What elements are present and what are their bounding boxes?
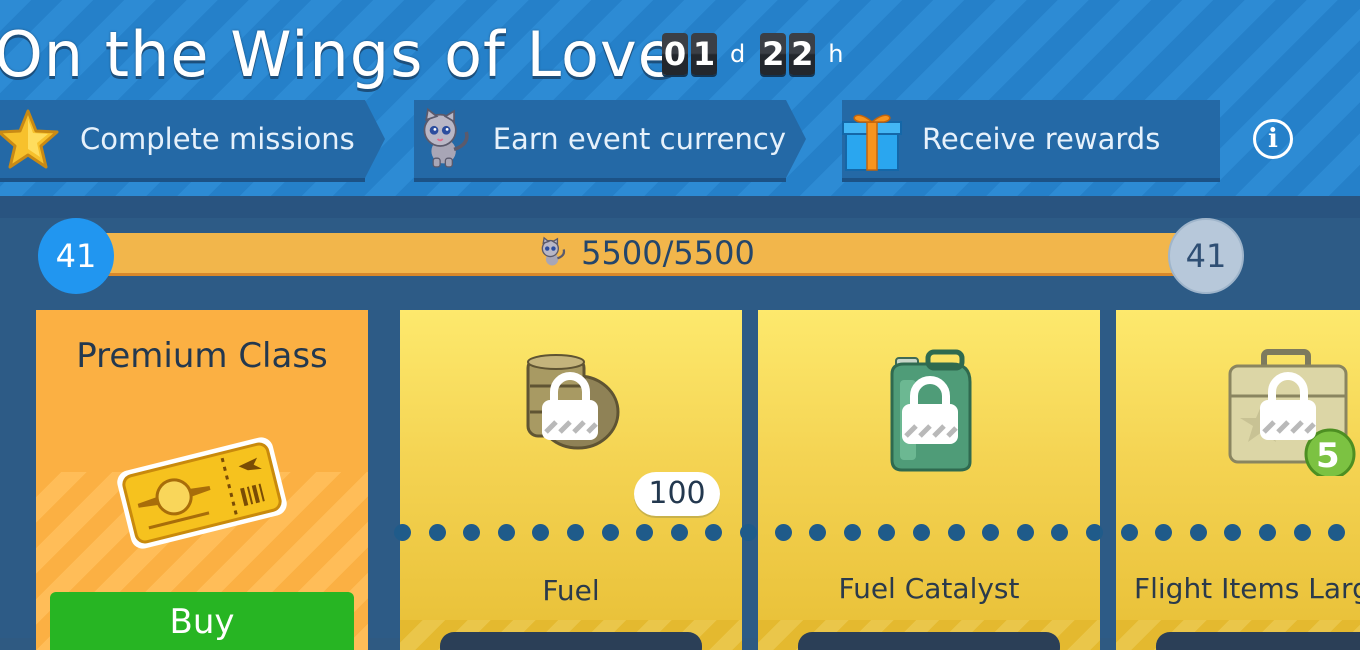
premium-card[interactable]: Premium Class Buy bbox=[36, 310, 368, 650]
timer-digit: 2 bbox=[760, 33, 787, 75]
track-dot bbox=[567, 524, 584, 541]
track-dot bbox=[809, 524, 827, 541]
track-dot bbox=[1016, 524, 1034, 541]
track-dot bbox=[497, 524, 515, 541]
star-icon bbox=[0, 109, 59, 169]
track-dot bbox=[1155, 524, 1173, 541]
reward-name: Fuel bbox=[542, 574, 600, 607]
lock-icon bbox=[1260, 372, 1316, 440]
track-dot bbox=[1086, 524, 1103, 541]
step-receive-rewards: Receive rewards bbox=[842, 100, 1220, 178]
step-label: Earn event currency bbox=[492, 122, 786, 156]
next-level-badge: 41 bbox=[1168, 218, 1244, 294]
timer-digit: 2 bbox=[789, 33, 816, 75]
track-dot bbox=[1293, 524, 1311, 541]
track-dot bbox=[843, 524, 861, 541]
track-dot bbox=[636, 524, 654, 541]
reward-amount-badge: 100 bbox=[634, 472, 720, 516]
step-label: Complete missions bbox=[80, 122, 355, 156]
track-dot bbox=[705, 524, 723, 541]
event-header: On the Wings of Love 0 1 d 2 2 h Complet… bbox=[0, 0, 1360, 196]
card-bottom-pill bbox=[1156, 632, 1360, 650]
reward-card-flight-items[interactable]: 5 Flight Items Larg bbox=[1116, 310, 1360, 650]
step-arrow bbox=[786, 100, 806, 178]
info-button[interactable]: i bbox=[1253, 119, 1293, 159]
track-dot bbox=[428, 524, 446, 541]
gift-icon bbox=[842, 114, 902, 171]
card-bottom-pill bbox=[798, 632, 1060, 650]
lock-icon bbox=[542, 372, 598, 440]
track-dot bbox=[1051, 524, 1069, 541]
premium-title: Premium Class bbox=[76, 336, 328, 376]
timer-hours-unit: h bbox=[828, 40, 844, 68]
cat-currency-icon bbox=[541, 236, 566, 266]
track-dot bbox=[1259, 524, 1276, 541]
event-timer: 0 1 d 2 2 h bbox=[662, 33, 855, 75]
track-dot bbox=[463, 524, 481, 541]
timer-digit: 0 bbox=[662, 33, 688, 75]
lock-icon bbox=[902, 376, 958, 444]
track-dot bbox=[394, 524, 411, 541]
cat-currency-icon bbox=[423, 107, 469, 168]
current-level-badge: 41 bbox=[38, 218, 114, 294]
reward-name: Fuel Catalyst bbox=[838, 572, 1020, 605]
track-dot bbox=[532, 524, 550, 541]
step-label: Receive rewards bbox=[922, 122, 1161, 156]
track-dot bbox=[670, 524, 688, 541]
track-dot bbox=[913, 524, 930, 541]
track-dot bbox=[740, 524, 757, 541]
progress-value: 5500/5500 bbox=[72, 233, 1220, 273]
timer-days-unit: d bbox=[730, 40, 746, 68]
track-dot bbox=[774, 524, 792, 541]
buy-premium-button[interactable]: Buy bbox=[50, 592, 354, 650]
progress-text: 5500/5500 bbox=[581, 234, 755, 272]
golden-ticket-icon bbox=[117, 437, 287, 549]
step-complete-missions: Complete missions bbox=[0, 100, 385, 178]
track-dot bbox=[947, 524, 965, 541]
step-earn-currency: Earn event currency bbox=[414, 100, 806, 178]
track-dots bbox=[388, 518, 1360, 548]
step-arrow bbox=[365, 100, 385, 178]
event-track: 5500/5500 41 41 Premium Class Buy Fuel F… bbox=[0, 196, 1360, 650]
progress-bar: 5500/5500 bbox=[72, 233, 1220, 273]
track-dot bbox=[1224, 524, 1242, 541]
reward-count: 5 bbox=[1316, 436, 1340, 476]
card-bottom-pill bbox=[440, 632, 702, 650]
timer-digit: 1 bbox=[691, 33, 717, 75]
reward-card-fuel-catalyst[interactable]: Fuel Catalyst bbox=[758, 310, 1100, 650]
reward-name: Flight Items Larg bbox=[1134, 572, 1360, 605]
track-dot bbox=[1120, 524, 1138, 541]
track-dot bbox=[1189, 524, 1207, 541]
event-title: On the Wings of Love bbox=[0, 18, 677, 91]
event-steps: Complete missions Earn event currency Re… bbox=[0, 100, 1360, 182]
track-dot bbox=[982, 524, 1000, 541]
track-dot bbox=[601, 524, 619, 541]
track-dot bbox=[1328, 524, 1346, 541]
track-top-strip bbox=[0, 196, 1360, 218]
track-dot bbox=[878, 524, 896, 541]
